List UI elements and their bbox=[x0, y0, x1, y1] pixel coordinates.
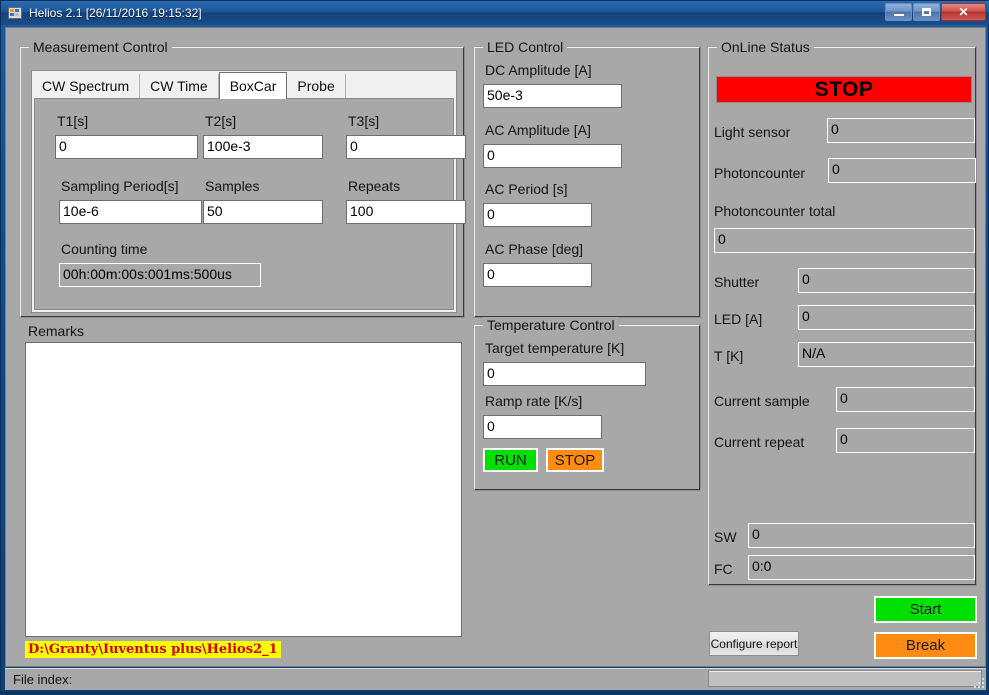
online-status-group: OnLine Status STOP Light sensor 0 Photon… bbox=[707, 39, 977, 586]
shutter-label: Shutter bbox=[714, 274, 760, 290]
t1-label: T1[s] bbox=[57, 113, 89, 129]
online-status-title: OnLine Status bbox=[717, 39, 814, 55]
minimize-icon bbox=[893, 14, 904, 16]
ac-phase-input[interactable]: 0 bbox=[483, 263, 592, 287]
fc-value: 0:0 bbox=[748, 555, 975, 580]
client-area: Measurement Control CW Spectrum CW Time … bbox=[5, 27, 986, 667]
light-sensor-value: 0 bbox=[827, 118, 975, 143]
sampling-period-input[interactable]: 10e-6 bbox=[59, 200, 202, 224]
remarks-label: Remarks bbox=[28, 323, 85, 339]
resize-grip[interactable] bbox=[972, 676, 986, 690]
current-repeat-value: 0 bbox=[836, 428, 975, 453]
configure-report-button[interactable]: Configure report bbox=[709, 631, 799, 656]
ac-phase-label: AC Phase [deg] bbox=[485, 241, 584, 257]
sampling-period-label: Sampling Period[s] bbox=[61, 178, 179, 194]
tab-cw-spectrum-label: CW Spectrum bbox=[42, 78, 130, 94]
tab-boxcar-label: BoxCar bbox=[229, 78, 277, 94]
temperature-k-label: T [K] bbox=[714, 348, 744, 364]
photoncounter-total-label: Photoncounter total bbox=[714, 203, 836, 219]
t2-label: T2[s] bbox=[205, 113, 237, 129]
t1-input[interactable]: 0 bbox=[55, 135, 198, 159]
window-buttons: ✕ bbox=[885, 3, 986, 21]
led-current-value: 0 bbox=[798, 305, 975, 330]
current-repeat-label: Current repeat bbox=[714, 434, 805, 450]
remarks-textarea[interactable] bbox=[25, 342, 462, 637]
maximize-button[interactable] bbox=[913, 3, 940, 21]
sw-label: SW bbox=[714, 529, 737, 545]
shutter-value: 0 bbox=[798, 268, 975, 293]
current-sample-label: Current sample bbox=[714, 393, 810, 409]
tab-boxcar[interactable]: BoxCar bbox=[218, 72, 288, 99]
dc-amplitude-input[interactable]: 50e-3 bbox=[483, 84, 622, 108]
led-control-title: LED Control bbox=[483, 39, 568, 55]
title-bar[interactable]: Helios 2.1 [26/11/2016 19:15:32] ✕ bbox=[1, 1, 989, 25]
light-sensor-label: Light sensor bbox=[714, 124, 791, 140]
ramp-rate-label: Ramp rate [K/s] bbox=[485, 393, 583, 409]
samples-input[interactable]: 50 bbox=[203, 200, 323, 224]
samples-label: Samples bbox=[205, 178, 260, 194]
fc-label: FC bbox=[714, 561, 733, 577]
window-title: Helios 2.1 [26/11/2016 19:15:32] bbox=[29, 6, 202, 20]
t2-input[interactable]: 100e-3 bbox=[203, 135, 323, 159]
t3-label: T3[s] bbox=[348, 113, 380, 129]
target-temperature-input[interactable]: 0 bbox=[483, 362, 646, 386]
application-icon bbox=[7, 5, 23, 21]
temperature-control-group: Temperature Control Target temperature [… bbox=[473, 317, 701, 491]
photoncounter-label: Photoncounter bbox=[714, 165, 806, 181]
current-sample-value: 0 bbox=[836, 387, 975, 412]
t3-input[interactable]: 0 bbox=[346, 135, 466, 159]
tab-strip: CW Spectrum CW Time BoxCar Probe bbox=[32, 71, 456, 99]
status-banner: STOP bbox=[716, 76, 972, 103]
repeats-label: Repeats bbox=[348, 178, 401, 194]
ac-period-label: AC Period [s] bbox=[485, 181, 568, 197]
tab-probe-label: Probe bbox=[297, 78, 335, 94]
measurement-control-title: Measurement Control bbox=[29, 39, 172, 55]
ac-period-input[interactable]: 0 bbox=[483, 203, 592, 227]
close-icon: ✕ bbox=[958, 5, 969, 19]
break-button[interactable]: Break bbox=[874, 632, 977, 659]
ac-amplitude-input[interactable]: 0 bbox=[483, 144, 622, 168]
repeats-input[interactable]: 100 bbox=[346, 200, 466, 224]
measurement-tab-control: CW Spectrum CW Time BoxCar Probe T1[s] 0… bbox=[31, 70, 466, 313]
file-path-label: D:\Granty\Iuventus plus\Helios2_1 bbox=[25, 641, 281, 658]
application-window: Helios 2.1 [26/11/2016 19:15:32] ✕ Measu… bbox=[0, 0, 989, 693]
dc-amplitude-label: DC Amplitude [A] bbox=[485, 62, 592, 78]
counting-time-label: Counting time bbox=[61, 241, 148, 257]
close-button[interactable]: ✕ bbox=[941, 3, 986, 21]
tab-cw-time[interactable]: CW Time bbox=[140, 74, 219, 98]
counting-time-value: 00h:00m:00s:001ms:500us bbox=[59, 263, 261, 287]
tab-page-boxcar: T1[s] 0 T2[s] 100e-3 T3[s] 0 Sampling Pe… bbox=[34, 98, 466, 310]
start-button[interactable]: Start bbox=[874, 596, 977, 623]
ac-amplitude-label: AC Amplitude [A] bbox=[485, 122, 591, 138]
file-index-label: File index: bbox=[13, 672, 73, 687]
led-control-group: LED Control DC Amplitude [A] 50e-3 AC Am… bbox=[473, 39, 701, 318]
tab-cw-time-label: CW Time bbox=[150, 78, 208, 94]
minimize-button[interactable] bbox=[885, 3, 912, 21]
maximize-icon bbox=[922, 8, 931, 16]
temperature-control-title: Temperature Control bbox=[483, 317, 619, 333]
ramp-rate-input[interactable]: 0 bbox=[483, 415, 602, 439]
sw-value: 0 bbox=[748, 523, 975, 548]
temperature-stop-button[interactable]: STOP bbox=[546, 448, 604, 472]
temperature-run-button[interactable]: RUN bbox=[483, 448, 538, 472]
target-temperature-label: Target temperature [K] bbox=[485, 340, 625, 356]
temperature-k-value: N/A bbox=[798, 342, 975, 367]
photoncounter-total-value: 0 bbox=[714, 228, 975, 253]
led-current-label: LED [A] bbox=[714, 311, 763, 327]
tab-probe[interactable]: Probe bbox=[287, 74, 346, 98]
progress-bar bbox=[708, 670, 982, 687]
tab-cw-spectrum[interactable]: CW Spectrum bbox=[32, 74, 141, 98]
measurement-control-group: Measurement Control CW Spectrum CW Time … bbox=[19, 39, 466, 318]
photoncounter-value: 0 bbox=[828, 158, 976, 183]
